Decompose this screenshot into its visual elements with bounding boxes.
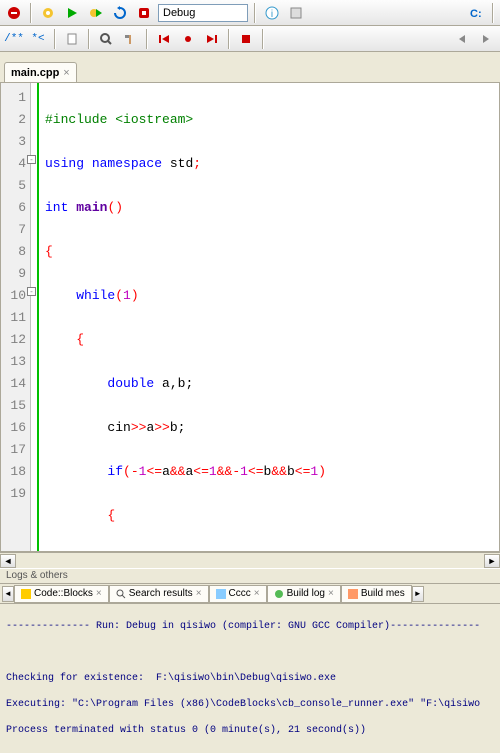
editor-tab-bar: main.cpp × <box>0 60 500 82</box>
nav-fwd-icon[interactable] <box>476 29 496 49</box>
code-editor[interactable]: 123 456 789 101112 131415 161718 19 - - … <box>0 82 500 552</box>
step-icon[interactable] <box>178 29 198 49</box>
skip-fwd-icon[interactable] <box>202 29 222 49</box>
code-area[interactable]: #include <iostream> using namespace std;… <box>39 83 499 551</box>
info-icon[interactable]: i <box>262 3 282 23</box>
log-tab-buildmsg[interactable]: Build mes <box>341 585 412 603</box>
tab-main-cpp[interactable]: main.cpp × <box>4 62 77 82</box>
search-icon[interactable] <box>96 29 116 49</box>
build-run-icon[interactable] <box>86 3 106 23</box>
c-icon[interactable]: C: <box>466 3 486 23</box>
tab-label: main.cpp <box>11 67 59 79</box>
abort-icon[interactable] <box>4 3 24 23</box>
logs-title: Logs & others <box>0 568 500 584</box>
toolbar-debug: /** *< <box>0 26 500 52</box>
line-gutter: 123 456 789 101112 131415 161718 19 <box>1 83 31 551</box>
tabs-left-icon[interactable]: ◄ <box>2 586 14 602</box>
close-icon[interactable]: × <box>63 67 69 79</box>
svg-text:C:: C: <box>470 8 482 20</box>
h-scrollbar[interactable]: ◄ ► <box>0 552 500 568</box>
svg-text:i: i <box>271 9 273 20</box>
stop-icon[interactable] <box>134 3 154 23</box>
scroll-right-icon[interactable]: ► <box>484 554 500 568</box>
comment-icon[interactable]: /** <box>4 29 24 49</box>
toolbar-build: Debug i C: <box>0 0 500 26</box>
build-target-select[interactable]: Debug <box>158 4 248 22</box>
doc-icon[interactable] <box>62 29 82 49</box>
log-tab-buildlog[interactable]: Build log× <box>267 585 341 603</box>
skip-back-icon[interactable] <box>154 29 174 49</box>
log-tab-search[interactable]: Search results× <box>109 585 209 603</box>
settings-icon[interactable] <box>286 3 306 23</box>
run-icon[interactable] <box>62 3 82 23</box>
hammer-icon[interactable] <box>120 29 140 49</box>
stop-debug-icon[interactable] <box>236 29 256 49</box>
tabs-right-icon[interactable]: ► <box>412 586 424 602</box>
fold-icon[interactable]: - <box>27 287 36 296</box>
fold-margin: - - <box>31 83 39 551</box>
fold-icon[interactable]: - <box>27 155 36 164</box>
gear-icon[interactable] <box>38 3 58 23</box>
log-tab-codeblocks[interactable]: Code::Blocks× <box>14 585 109 603</box>
scroll-left-icon[interactable]: ◄ <box>0 554 16 568</box>
log-tab-cccc[interactable]: Cccc× <box>209 585 267 603</box>
nav-back-icon[interactable] <box>452 29 472 49</box>
uncomment-icon[interactable]: *< <box>28 29 48 49</box>
rebuild-icon[interactable] <box>110 3 130 23</box>
build-log-output: -------------- Run: Debug in qisiwo (com… <box>0 604 500 753</box>
logs-tabs: ◄ Code::Blocks× Search results× Cccc× Bu… <box>0 584 500 604</box>
